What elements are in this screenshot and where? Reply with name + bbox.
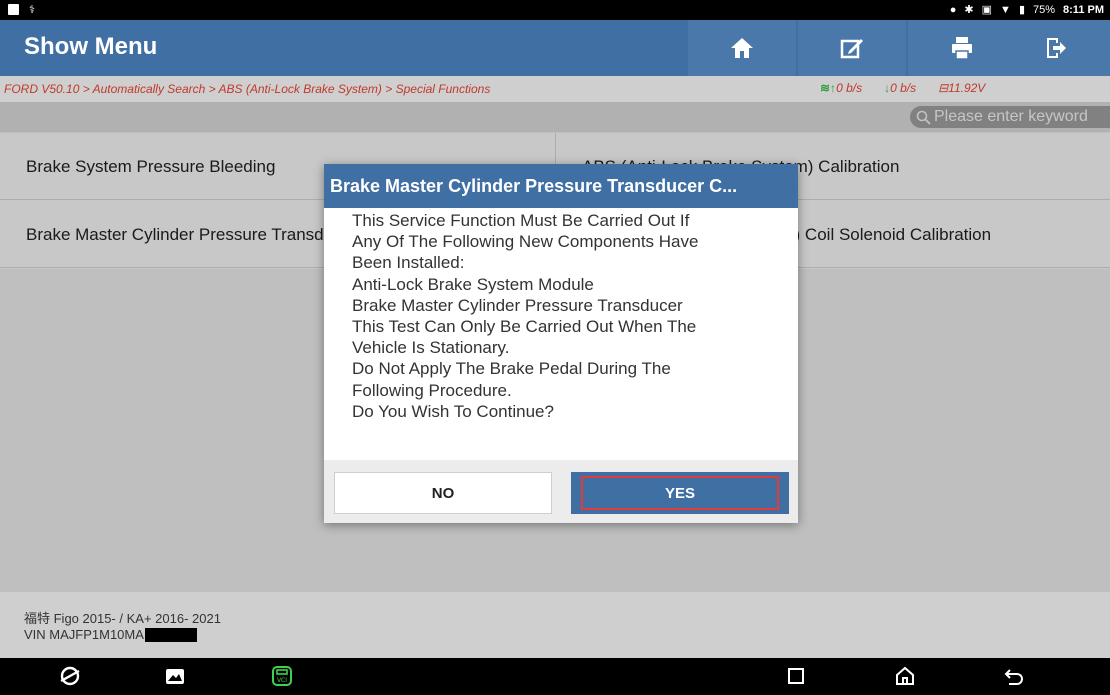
location-icon: ● [949, 3, 957, 16]
battery-level: 75% [1033, 3, 1056, 16]
edit-button[interactable] [798, 20, 906, 76]
dialog-line: Anti-Lock Brake System Module [352, 274, 594, 294]
battery-icon: ▮ [1018, 4, 1025, 16]
edit-icon [840, 39, 863, 59]
dialog-line: Any Of The Following New Components Have [352, 232, 699, 252]
dialog-message: This Service Function Must Be Carried Ou… [352, 210, 792, 422]
dialog-line: Do You Wish To Continue? [352, 401, 554, 421]
print-icon [952, 37, 972, 60]
battery-voltage: ⊟11.92V [938, 81, 986, 95]
gallery-icon[interactable] [163, 664, 187, 688]
back-icon[interactable] [1002, 664, 1026, 688]
app-header: Show Menu [0, 20, 1110, 76]
dialog-line: Brake Master Cylinder Pressure Transduce… [352, 295, 683, 315]
dialog-line: Following Procedure. [352, 380, 512, 400]
vin-redaction [144, 627, 197, 642]
dialog-line: This Service Function Must Be Carried Ou… [352, 211, 690, 230]
dialog-actions: NO YES [324, 460, 798, 523]
svg-text:VCI: VCI [277, 677, 287, 684]
browser-icon[interactable] [58, 664, 82, 688]
bluetooth-icon: ✱ [964, 4, 974, 16]
page-title: Show Menu [24, 33, 158, 60]
upload-speed: ≋↑0 b/s [820, 81, 863, 95]
connection-info: ≋↑0 b/s ↓0 b/s ⊟11.92V [820, 81, 985, 95]
yes-label: YES [664, 484, 695, 502]
dialog-title: Brake Master Cylinder Pressure Transduce… [324, 164, 798, 208]
exit-icon [1047, 38, 1066, 58]
android-nav-bar: VCI [0, 658, 1110, 695]
car-battery-icon: ⊟ [938, 81, 949, 95]
vin-number: VIN MAJFP1M10MA [24, 627, 144, 642]
dialog-line: Vehicle Is Stationary. [352, 338, 510, 358]
dialog-line: Do Not Apply The Brake Pedal During The [352, 359, 671, 379]
no-button[interactable]: NO [334, 472, 552, 514]
vin-row: VIN MAJFP1M10MA [24, 627, 197, 642]
status-bar: ⚕ ● ✱ ▣ ▼ ▮ 75% 8:11 PM [0, 0, 1110, 20]
exit-button[interactable] [1002, 20, 1110, 76]
gallery-notification-icon [8, 4, 19, 15]
yes-button[interactable]: YES [571, 472, 789, 514]
print-button[interactable] [908, 20, 1016, 76]
vci-icon[interactable]: VCI [270, 664, 294, 688]
wifi-upload-icon: ≋↑ [820, 81, 837, 95]
vibrate-icon: ▣ [981, 4, 993, 16]
home-button[interactable] [688, 20, 796, 76]
clock: 8:11 PM [1063, 3, 1104, 16]
usb-debug-icon: ⚕ [29, 4, 35, 16]
vehicle-model: 福特 Figo 2015- / KA+ 2016- 2021 [24, 611, 221, 626]
home-nav-icon[interactable] [893, 664, 917, 688]
breadcrumb: FORD V50.10 > Automatically Search > ABS… [4, 82, 491, 96]
dialog-line: This Test Can Only Be Carried Out When T… [352, 317, 697, 337]
confirm-dialog: Brake Master Cylinder Pressure Transduce… [324, 164, 798, 523]
wifi-icon: ▼ [1000, 3, 1011, 16]
recents-icon[interactable] [784, 664, 808, 688]
vehicle-info: 福特 Figo 2015- / KA+ 2016- 2021 VIN MAJFP… [0, 592, 1110, 658]
download-speed: ↓0 b/s [884, 81, 917, 95]
breadcrumb-bar: FORD V50.10 > Automatically Search > ABS… [0, 76, 1110, 102]
dialog-line: Been Installed: [352, 253, 465, 273]
home-icon [731, 38, 753, 58]
